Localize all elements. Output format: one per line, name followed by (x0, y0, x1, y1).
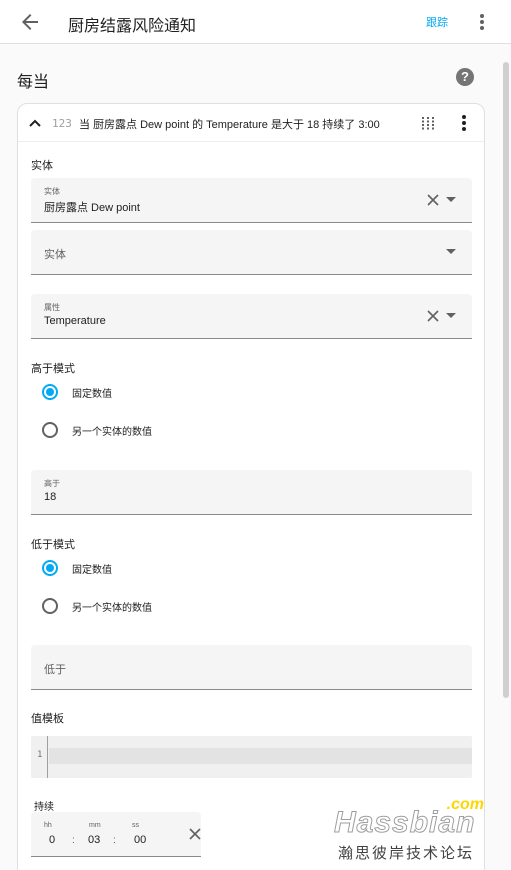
value-template-title: 值模板 (31, 713, 64, 725)
above-input[interactable]: 高于 18 (31, 470, 472, 515)
close-icon[interactable] (189, 828, 201, 840)
time-separator: : (113, 835, 116, 846)
attribute-picker-label: 属性 (44, 303, 60, 312)
page-title: 厨房结露风险通知 (68, 18, 197, 35)
chevron-up-icon[interactable] (28, 116, 42, 130)
entity-picker-placeholder: 实体 (44, 249, 66, 261)
radio-label: 另一个实体的数值 (72, 603, 152, 614)
close-icon[interactable] (427, 310, 439, 322)
minutes-input[interactable]: 03 (88, 834, 100, 846)
entity-picker-empty[interactable]: 实体 (31, 230, 472, 275)
watermark-brand: Hassbian (333, 806, 476, 840)
radio-label: 固定数值 (72, 565, 112, 576)
radio-label: 固定数值 (72, 389, 112, 400)
track-button[interactable]: 跟踪 (426, 14, 448, 30)
hours-unit-label: hh (44, 822, 52, 829)
editor-gutter: 1 (31, 736, 48, 778)
entity-picker-label: 实体 (44, 187, 60, 196)
minutes-unit-label: mm (89, 822, 101, 829)
more-vertical-icon[interactable] (472, 10, 492, 34)
trigger-card: 123 当 厨房露点 Dew point 的 Temperature 是大于 1… (17, 103, 485, 870)
close-icon[interactable] (427, 194, 439, 206)
value-template-editor[interactable]: 1 (31, 736, 472, 778)
editor-active-line[interactable] (49, 748, 472, 764)
seconds-unit-label: ss (132, 822, 139, 829)
attribute-picker[interactable]: 属性 Temperature (31, 294, 472, 339)
menu-down-icon[interactable] (446, 313, 456, 319)
radio-unchecked[interactable] (42, 598, 58, 614)
app-toolbar: 厨房结露风险通知 跟踪 (0, 0, 511, 44)
trigger-summary: 当 厨房露点 Dew point 的 Temperature 是大于 18 持续… (79, 119, 380, 131)
duration-input[interactable]: hh 0 : mm 03 : ss 00 (31, 812, 201, 857)
above-input-label: 高于 (44, 479, 60, 488)
entity-picker-value: 厨房露点 Dew point (44, 202, 140, 214)
more-vertical-icon[interactable] (456, 114, 472, 132)
duration-title: 持续 (34, 802, 54, 813)
entity-picker[interactable]: 实体 厨房露点 Dew point (31, 178, 472, 223)
entity-section-label: 实体 (31, 160, 53, 172)
watermark-tagline: 瀚思彼岸技术论坛 (338, 845, 475, 862)
below-input[interactable]: 低于 (31, 645, 472, 690)
radio-checked[interactable] (42, 384, 58, 400)
page-scrollbar[interactable] (503, 62, 509, 698)
attribute-picker-value: Temperature (44, 315, 106, 327)
numeric-state-icon: 123 (52, 117, 72, 130)
drag-handle-icon[interactable] (421, 116, 435, 130)
arrow-left-icon[interactable] (18, 10, 42, 34)
line-number: 1 (37, 750, 43, 760)
forum-watermark: .com Hassbian 瀚思彼岸技术论坛 (333, 796, 494, 866)
menu-down-icon[interactable] (446, 197, 456, 203)
time-separator: : (72, 835, 75, 846)
hours-input[interactable]: 0 (49, 834, 55, 846)
menu-down-icon[interactable] (446, 249, 456, 255)
below-input-placeholder: 低于 (44, 664, 66, 676)
section-title: 每当 (17, 74, 50, 91)
above-mode-title: 高于模式 (31, 363, 75, 375)
help-icon[interactable]: ? (456, 68, 474, 86)
radio-unchecked[interactable] (42, 422, 58, 438)
above-input-value: 18 (44, 491, 57, 503)
radio-checked[interactable] (42, 560, 58, 576)
radio-label: 另一个实体的数值 (72, 427, 152, 438)
trigger-card-header[interactable]: 123 当 厨房露点 Dew point 的 Temperature 是大于 1… (18, 104, 484, 142)
below-mode-title: 低于模式 (31, 539, 75, 551)
seconds-input[interactable]: 00 (134, 834, 146, 846)
